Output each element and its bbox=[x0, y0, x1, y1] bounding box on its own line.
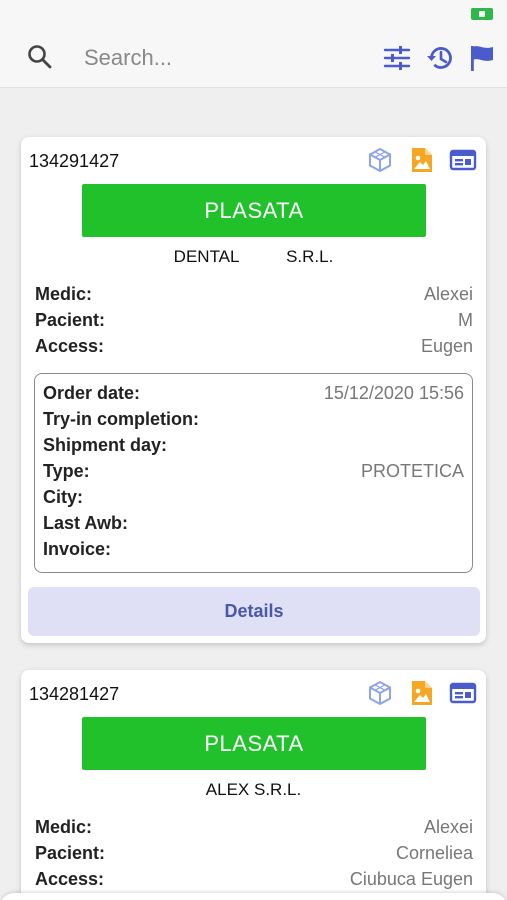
order-number: 134281427 bbox=[29, 684, 120, 704]
medic-value: Alexei bbox=[423, 817, 473, 837]
access-label: Access: bbox=[35, 336, 105, 356]
medic-row: Medic: Alexei bbox=[35, 284, 473, 308]
pacient-value: Corneliea bbox=[395, 843, 473, 863]
order-details-box: Order date: 15/12/2020 15:56 Try-in comp… bbox=[34, 373, 473, 573]
status-button[interactable]: PLASATA bbox=[82, 717, 426, 770]
status-button[interactable]: PLASATA bbox=[82, 184, 426, 237]
last-awb-label: Last Awb: bbox=[43, 513, 129, 533]
access-value: Eugen bbox=[420, 336, 473, 356]
medic-value: Alexei bbox=[423, 284, 473, 304]
card-view-button[interactable] bbox=[448, 678, 478, 708]
try-in-completion-label: Try-in completion: bbox=[43, 409, 200, 429]
image-file-button[interactable] bbox=[407, 678, 437, 708]
type-row: Type: PROTETICA bbox=[43, 461, 464, 485]
city-row: City: bbox=[43, 487, 464, 511]
medic-row: Medic: Alexei bbox=[35, 817, 473, 841]
medic-label: Medic: bbox=[35, 817, 93, 837]
bottom-sheet[interactable] bbox=[0, 893, 507, 900]
pacient-row: Pacient: Corneliea bbox=[35, 843, 473, 867]
history-button[interactable] bbox=[423, 41, 457, 75]
type-value: PROTETICA bbox=[360, 461, 464, 481]
flag-button[interactable] bbox=[465, 41, 499, 75]
details-button[interactable]: Details bbox=[28, 587, 480, 636]
access-row: Access: Ciubuca Eugen bbox=[35, 869, 473, 893]
filter-button[interactable] bbox=[380, 41, 414, 75]
card-view-icon bbox=[449, 149, 477, 171]
company-name: ALEX S.R.L. bbox=[205, 780, 302, 799]
image-file-icon bbox=[412, 148, 432, 172]
pacient-label: Pacient: bbox=[35, 310, 106, 330]
image-file-icon bbox=[412, 681, 432, 705]
pacient-value: M bbox=[458, 310, 473, 330]
battery-icon bbox=[471, 8, 493, 20]
history-icon bbox=[427, 47, 452, 69]
order-date-value: 15/12/2020 15:56 bbox=[323, 383, 464, 403]
type-label: Type: bbox=[43, 461, 90, 481]
search-header bbox=[0, 28, 507, 88]
cube-icon bbox=[369, 147, 391, 173]
pacient-label: Pacient: bbox=[35, 843, 106, 863]
order-card: 134291427 PLASATA DENTAL S.R.L. Medic: A… bbox=[21, 137, 486, 643]
order-number: 134291427 bbox=[29, 151, 120, 171]
status-bar bbox=[0, 0, 507, 28]
invoice-label: Invoice: bbox=[43, 539, 112, 559]
shipment-day-label: Shipment day: bbox=[43, 435, 168, 455]
model-button[interactable] bbox=[365, 678, 395, 708]
access-label: Access: bbox=[35, 869, 105, 889]
company-name: DENTAL S.R.L. bbox=[173, 247, 334, 266]
try-in-completion-row: Try-in completion: bbox=[43, 409, 464, 433]
city-label: City: bbox=[43, 487, 83, 507]
medic-label: Medic: bbox=[35, 284, 93, 304]
model-button[interactable] bbox=[365, 145, 395, 175]
order-date-label: Order date: bbox=[43, 383, 141, 403]
pacient-row: Pacient: M bbox=[35, 310, 473, 334]
shipment-day-row: Shipment day: bbox=[43, 435, 464, 459]
search-input[interactable] bbox=[84, 42, 354, 74]
last-awb-row: Last Awb: bbox=[43, 513, 464, 537]
cube-icon bbox=[369, 680, 391, 706]
card-view-button[interactable] bbox=[448, 145, 478, 175]
card-view-icon bbox=[449, 682, 477, 704]
access-row: Access: Eugen bbox=[35, 336, 473, 360]
order-card: 134281427 PLASATA ALEX S.R.L. Medic: Ale… bbox=[21, 670, 486, 900]
image-file-button[interactable] bbox=[407, 145, 437, 175]
search-icon[interactable] bbox=[26, 43, 54, 71]
invoice-row: Invoice: bbox=[43, 539, 464, 563]
order-date-row: Order date: 15/12/2020 15:56 bbox=[43, 383, 464, 407]
filter-sliders-icon bbox=[383, 46, 411, 70]
access-value: Ciubuca Eugen bbox=[349, 869, 473, 889]
flag-icon bbox=[471, 46, 493, 71]
